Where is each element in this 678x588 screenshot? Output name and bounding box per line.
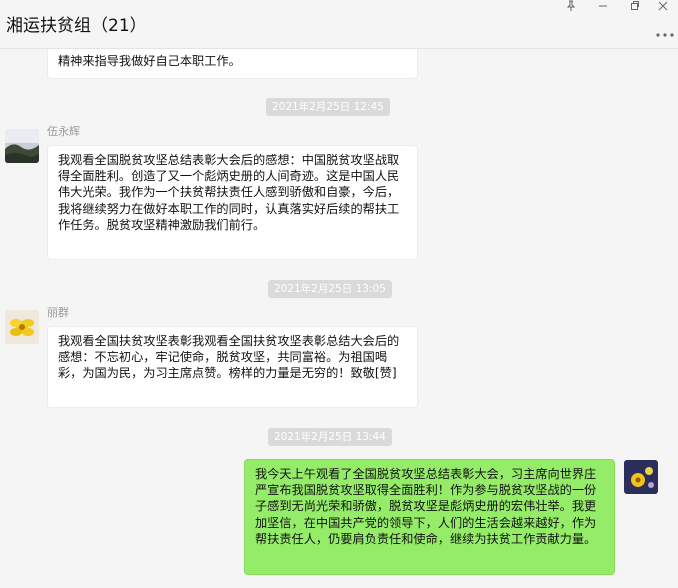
message-bubble[interactable]: 我观看全国扶贫攻坚表彰我观看全国扶贫攻坚表彰总结大会后的感想：不忘初心，牢记使命… [47,326,418,408]
message-bubble-own[interactable]: 我今天上午观看了全国脱贫攻坚总结表彰大会，习主席向世界庄严宣布我国脱贫攻坚取得全… [244,459,615,575]
timestamp: 2021年2月25日 12:45 [266,98,390,116]
timestamp: 2021年2月25日 13:05 [268,280,392,298]
message-text: 我观看全国脱贫攻坚总结表彰大会后的感想：中国脱贫攻坚战取得全面胜利。创造了又一个… [58,153,400,232]
more-icon[interactable] [656,26,674,42]
pin-icon[interactable] [556,0,586,14]
sender-name: 丽群 [47,306,69,319]
restore-icon[interactable] [620,0,650,14]
timestamp: 2021年2月25日 13:44 [268,428,392,446]
minimize-icon[interactable] [588,0,618,14]
avatar[interactable] [5,129,39,163]
sender-name: 伍永辉 [47,125,80,138]
avatar[interactable] [5,310,39,344]
message-bubble[interactable]: 我观看全国脱贫攻坚总结表彰大会后的感想：中国脱贫攻坚战取得全面胜利。创造了又一个… [47,145,418,260]
message-bubble[interactable]: 精神来指导我做好自己本职工作。 [47,49,418,79]
message-text: 精神来指导我做好自己本职工作。 [58,54,241,68]
avatar[interactable] [624,460,658,494]
message-text: 我观看全国扶贫攻坚表彰我观看全国扶贫攻坚表彰总结大会后的感想：不忘初心，牢记使命… [58,334,400,381]
message-list[interactable]: 精神来指导我做好自己本职工作。 2021年2月25日 12:45 伍永辉 我观看… [0,49,678,588]
title-bar: 湘运扶贫组（21） [0,0,678,49]
close-icon[interactable] [648,0,678,14]
message-text: 我今天上午观看了全国脱贫攻坚总结表彰大会，习主席向世界庄严宣布我国脱贫攻坚取得全… [255,467,597,546]
chat-title: 湘运扶贫组（21） [6,16,147,36]
